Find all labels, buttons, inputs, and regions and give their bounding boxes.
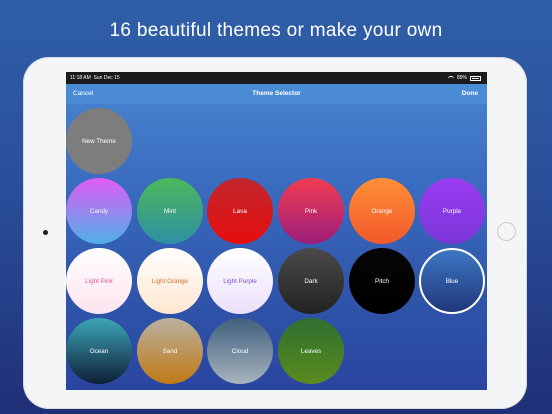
status-time: 11:18 AM bbox=[70, 75, 91, 81]
home-button[interactable] bbox=[497, 222, 516, 241]
theme-label: Ocean bbox=[89, 347, 109, 355]
navigation-bar: Cancel Theme Selector Done bbox=[66, 84, 487, 104]
theme-label: Sand bbox=[162, 347, 178, 355]
theme-sand[interactable]: Sand bbox=[137, 318, 203, 384]
cancel-button[interactable]: Cancel bbox=[73, 90, 93, 97]
theme-dark[interactable]: Dark bbox=[278, 248, 344, 314]
theme-label: Blue bbox=[445, 277, 459, 285]
status-indicators: 89% bbox=[447, 75, 481, 81]
theme-label: Orange bbox=[371, 207, 393, 215]
theme-label: Light Orange bbox=[151, 277, 189, 285]
theme-orange[interactable]: Orange bbox=[349, 178, 415, 244]
theme-leaves[interactable]: Leaves bbox=[278, 318, 344, 384]
status-time-date: 11:18 AM Sun Dec 15 bbox=[70, 75, 120, 81]
theme-mint[interactable]: Mint bbox=[137, 178, 203, 244]
theme-cloud[interactable]: Cloud bbox=[207, 318, 273, 384]
theme-label: Purple bbox=[442, 207, 462, 215]
camera-icon bbox=[43, 230, 48, 235]
page-title: Theme Selector bbox=[252, 90, 301, 97]
theme-pink[interactable]: Pink bbox=[278, 178, 344, 244]
theme-purple[interactable]: Purple bbox=[419, 178, 485, 244]
theme-light-purple[interactable]: Light Purple bbox=[207, 248, 273, 314]
selected-indicator bbox=[419, 248, 485, 314]
theme-label: Mint bbox=[164, 207, 176, 215]
battery-percent: 89% bbox=[456, 75, 467, 81]
theme-candy[interactable]: Candy bbox=[66, 178, 132, 244]
status-date: Sun Dec 15 bbox=[93, 75, 120, 81]
status-bar: 11:18 AM Sun Dec 15 89% bbox=[66, 72, 487, 84]
theme-label: Leaves bbox=[300, 347, 322, 355]
theme-light-pink[interactable]: Light Pink bbox=[66, 248, 132, 314]
theme-label: Pink bbox=[304, 207, 318, 215]
headline: 16 beautiful themes or make your own bbox=[109, 20, 443, 41]
theme-label: Pitch bbox=[375, 277, 389, 285]
app-screen: 11:18 AM Sun Dec 15 89% Cancel Theme Sel… bbox=[66, 72, 487, 390]
battery-icon bbox=[470, 75, 481, 81]
theme-label: Light Pink bbox=[85, 277, 113, 285]
theme-lava[interactable]: Lava bbox=[207, 178, 273, 244]
theme-ocean[interactable]: Ocean bbox=[66, 318, 132, 384]
wifi-icon bbox=[447, 75, 454, 81]
done-button[interactable]: Done bbox=[462, 90, 478, 97]
theme-label: Cloud bbox=[231, 347, 249, 355]
theme-label: Lava bbox=[233, 207, 247, 215]
theme-blue[interactable]: Blue bbox=[419, 248, 485, 314]
theme-label: Dark bbox=[304, 277, 318, 285]
theme-label: Candy bbox=[89, 207, 109, 215]
theme-light-orange[interactable]: Light Orange bbox=[137, 248, 203, 314]
new-theme-label: New Theme bbox=[82, 137, 116, 145]
theme-label: Light Purple bbox=[223, 277, 257, 285]
new-theme-button[interactable]: New Theme bbox=[66, 108, 132, 174]
theme-pitch[interactable]: Pitch bbox=[349, 248, 415, 314]
